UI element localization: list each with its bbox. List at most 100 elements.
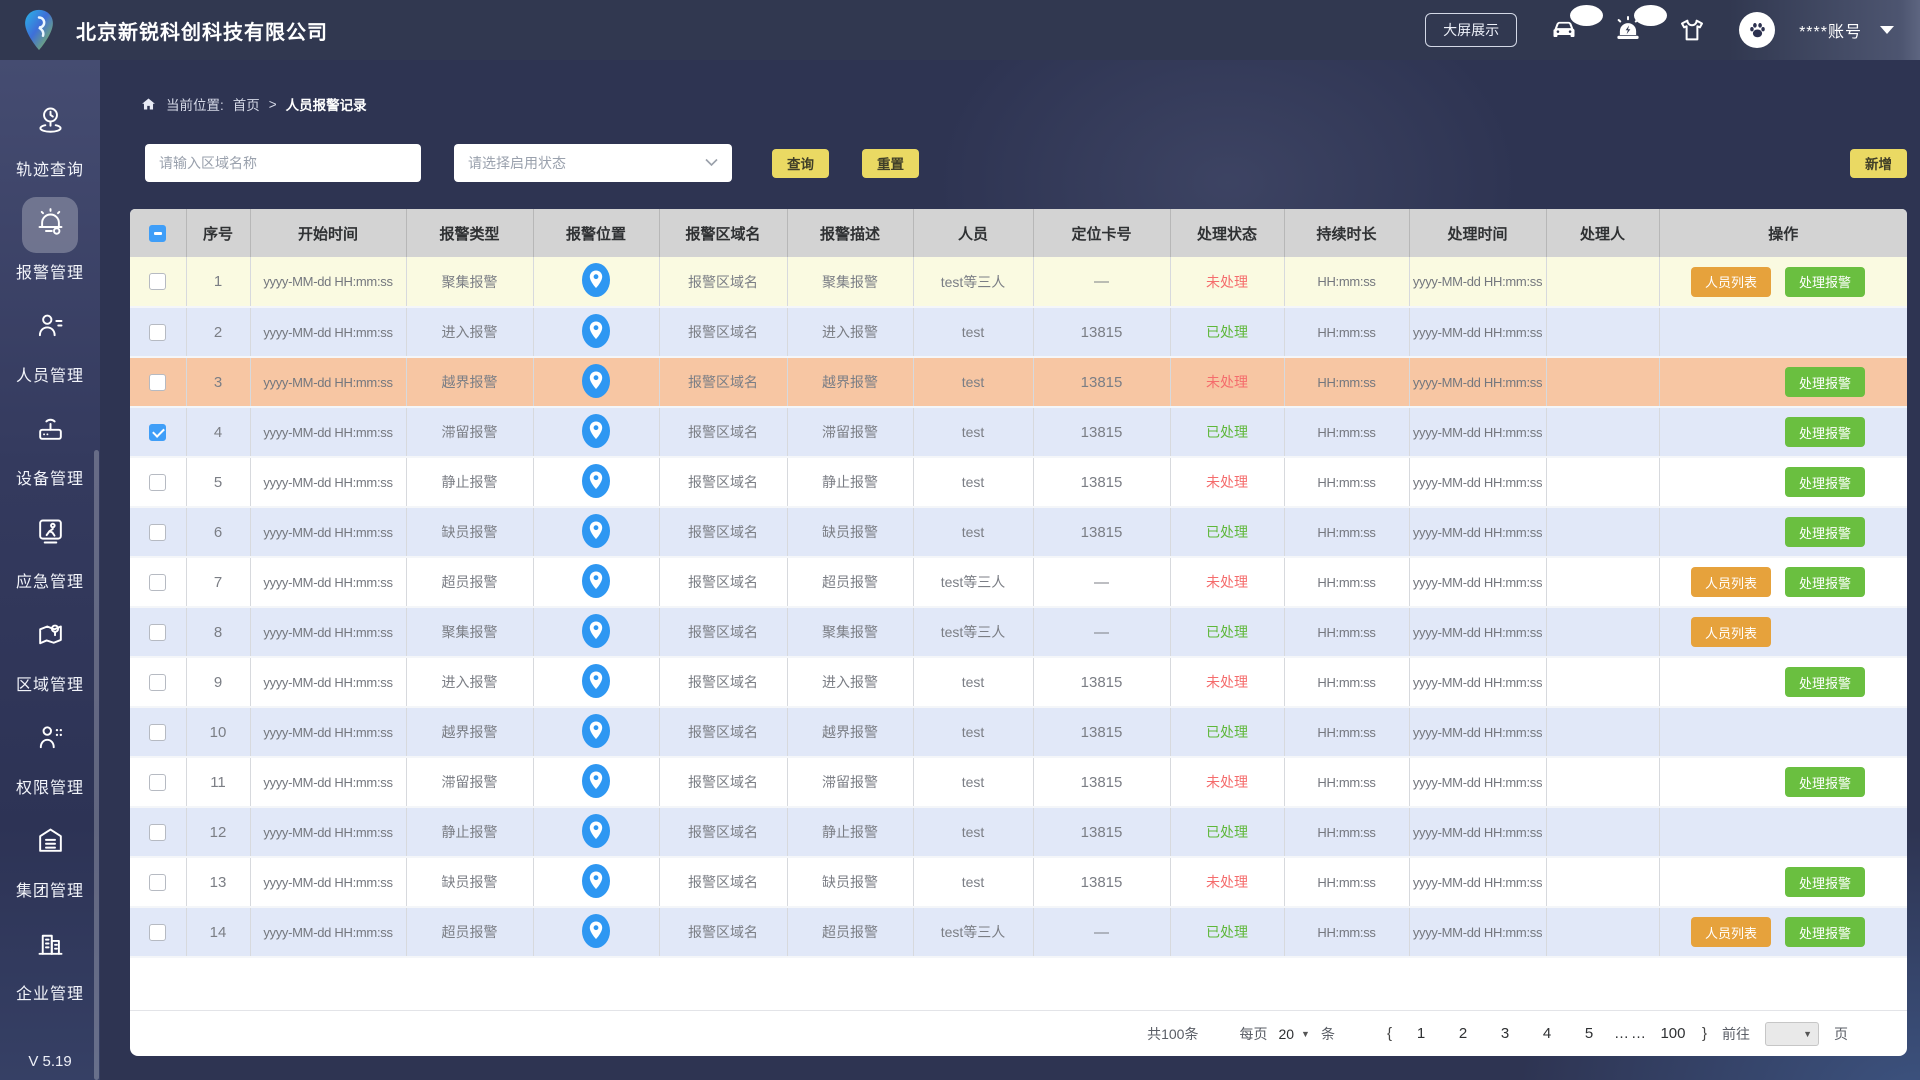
location-pin-icon[interactable] <box>582 563 610 598</box>
handle-alarm-button[interactable]: 处理报警 <box>1785 767 1865 797</box>
add-button[interactable]: 新增 <box>1850 148 1907 178</box>
person-list-button[interactable]: 人员列表 <box>1691 266 1771 297</box>
breadcrumb-link-home[interactable]: 首页 <box>233 94 260 114</box>
paw-avatar-icon[interactable] <box>1739 12 1776 48</box>
cell-handler <box>1546 807 1660 857</box>
row-checkbox[interactable] <box>149 273 167 291</box>
handle-alarm-button[interactable]: 处理报警 <box>1785 266 1865 297</box>
account-label[interactable]: ****账号 <box>1799 18 1862 42</box>
location-pin-icon[interactable] <box>582 613 610 648</box>
sidebar-item-group[interactable]: 集团管理 <box>0 807 100 910</box>
row-checkbox[interactable] <box>149 423 167 441</box>
sidebar-item-alarm[interactable]: 报警管理 <box>0 189 100 292</box>
row-checkbox[interactable] <box>149 523 167 541</box>
location-pin-icon[interactable] <box>582 313 610 348</box>
cell-description: 进入报警 <box>787 657 914 707</box>
search-button[interactable]: 查询 <box>772 148 829 178</box>
row-checkbox[interactable] <box>149 623 167 641</box>
cell-start-time: yyyy-MM-dd HH:mm:ss <box>250 657 407 707</box>
location-pin-icon[interactable] <box>582 513 610 548</box>
row-checkbox[interactable] <box>149 323 167 341</box>
per-page-select[interactable]: 20 ▼ <box>1278 1026 1310 1042</box>
cell-handle-time: yyyy-MM-dd HH:mm:ss <box>1409 757 1547 807</box>
cell-area-name: 报警区域名 <box>659 607 788 657</box>
row-checkbox[interactable] <box>149 873 167 891</box>
handle-alarm-button[interactable]: 处理报警 <box>1785 367 1865 397</box>
cell-duration: HH:mm:ss <box>1284 557 1410 607</box>
row-checkbox[interactable] <box>149 823 167 841</box>
sidebar-item-region[interactable]: 区域管理 <box>0 601 100 704</box>
sidebar-item-personnel[interactable]: 人员管理 <box>0 292 100 395</box>
handle-alarm-button[interactable]: 处理报警 <box>1785 867 1865 897</box>
location-pin-icon[interactable] <box>582 463 610 498</box>
permission-icon <box>35 722 66 758</box>
sidebar-item-permission[interactable]: 权限管理 <box>0 704 100 807</box>
vehicle-icon[interactable] <box>1547 5 1604 45</box>
cell-description: 聚集报警 <box>787 607 914 657</box>
handle-alarm-button[interactable]: 处理报警 <box>1785 517 1865 547</box>
table-row: 11 yyyy-MM-dd HH:mm:ss 滞留报警 报警区域名 滞留报警 test 13… <box>130 757 1907 807</box>
select-all-checkbox[interactable] <box>149 224 167 242</box>
sidebar-item-enterprise[interactable]: 企业管理 <box>0 910 100 1013</box>
location-pin-icon[interactable] <box>582 713 610 748</box>
location-pin-icon[interactable] <box>582 913 610 948</box>
cell-handler <box>1546 307 1660 357</box>
sidebar-item-device[interactable]: 设备管理 <box>0 395 100 498</box>
handle-alarm-button[interactable]: 处理报警 <box>1785 567 1865 597</box>
page-number[interactable]: 2 <box>1442 1025 1484 1042</box>
tshirt-icon[interactable] <box>1675 15 1709 45</box>
cell-person: test等三人 <box>913 257 1034 307</box>
cell-start-time: yyyy-MM-dd HH:mm:ss <box>250 457 407 507</box>
row-checkbox[interactable] <box>149 773 167 791</box>
cell-status: 已处理 <box>1170 507 1285 557</box>
page-number[interactable]: 5 <box>1568 1025 1610 1042</box>
row-checkbox[interactable] <box>149 473 167 491</box>
row-checkbox[interactable] <box>149 573 167 591</box>
location-pin-icon[interactable] <box>582 263 610 297</box>
location-pin-icon[interactable] <box>582 813 610 848</box>
goto-page-select[interactable]: ▼ <box>1765 1021 1819 1046</box>
page-number[interactable]: 3 <box>1484 1025 1526 1042</box>
cell-index: 4 <box>186 407 251 457</box>
handle-alarm-button[interactable]: 处理报警 <box>1785 467 1865 497</box>
handle-alarm-button[interactable]: 处理报警 <box>1785 917 1865 947</box>
location-pin-icon[interactable] <box>582 863 610 898</box>
cell-handler <box>1546 407 1660 457</box>
vehicle-badge <box>1570 5 1604 26</box>
location-pin-icon[interactable] <box>582 663 610 698</box>
page-number[interactable]: 1 <box>1400 1025 1442 1042</box>
cell-handle-time: yyyy-MM-dd HH:mm:ss <box>1409 907 1547 957</box>
page-number-last[interactable]: 100 <box>1652 1025 1694 1042</box>
person-list-button[interactable]: 人员列表 <box>1691 567 1771 597</box>
big-screen-button[interactable]: 大屏展示 <box>1425 13 1518 47</box>
handle-alarm-button[interactable]: 处理报警 <box>1785 667 1865 697</box>
person-list-button[interactable]: 人员列表 <box>1691 917 1771 947</box>
row-checkbox[interactable] <box>149 373 167 391</box>
checkbox-cell <box>130 457 187 507</box>
prev-page-button[interactable]: { <box>1387 1025 1392 1042</box>
status-select[interactable]: 请选择启用状态 <box>454 144 732 182</box>
table-panel: 序号 开始时间 报警类型 报警位置 报警区域名 报警描述 人员 定位卡号 处理状态 持续时长 处理时… <box>130 209 1907 1056</box>
sidebar-scrollbar[interactable] <box>94 450 99 1080</box>
siren-icon[interactable] <box>1611 5 1668 45</box>
location-pin-icon[interactable] <box>582 363 610 398</box>
sidebar-item-emergency[interactable]: 应急管理 <box>0 498 100 601</box>
handle-alarm-button[interactable]: 处理报警 <box>1785 417 1865 447</box>
row-checkbox[interactable] <box>149 723 167 741</box>
next-page-button[interactable]: } <box>1702 1025 1707 1042</box>
person-list-button[interactable]: 人员列表 <box>1691 617 1771 647</box>
row-checkbox[interactable] <box>149 923 167 941</box>
reset-button[interactable]: 重置 <box>862 148 919 178</box>
cell-card-number: 13815 <box>1033 457 1171 507</box>
cell-handler <box>1546 707 1660 757</box>
caret-down-icon[interactable] <box>1880 26 1894 34</box>
sidebar-item-track[interactable]: 轨迹查询 <box>0 86 100 189</box>
cell-actions: 处理报警 <box>1659 657 1907 707</box>
area-name-input[interactable] <box>145 144 421 182</box>
row-checkbox[interactable] <box>149 673 167 691</box>
checkbox-cell <box>130 707 187 757</box>
location-pin-icon[interactable] <box>582 413 610 448</box>
location-pin-icon[interactable] <box>582 763 610 798</box>
page-number[interactable]: 4 <box>1526 1025 1568 1042</box>
cell-actions: 处理报警 <box>1659 457 1907 507</box>
